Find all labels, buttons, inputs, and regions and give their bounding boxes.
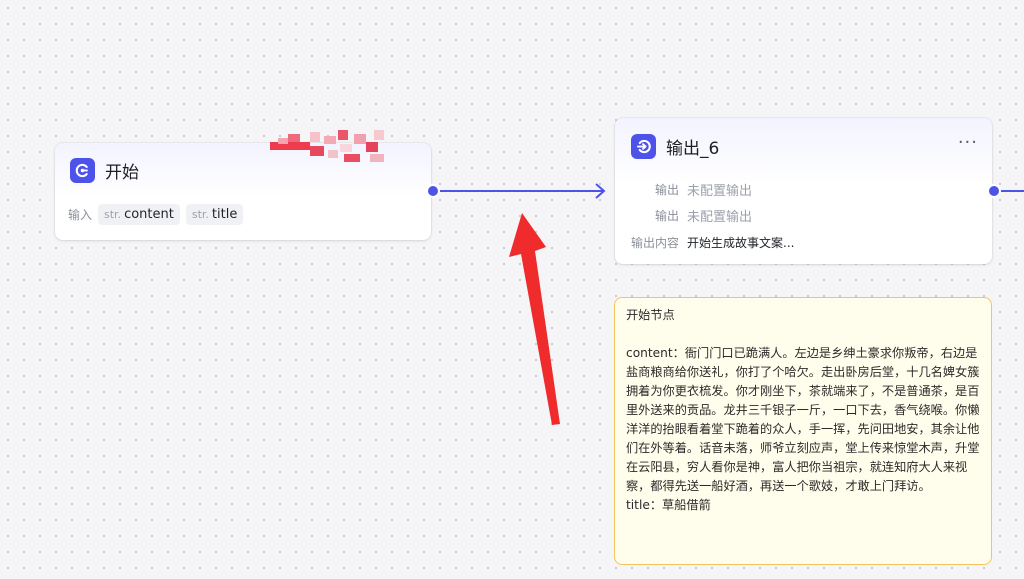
- variable-name: title: [211, 207, 238, 222]
- input-label: 输入: [68, 208, 93, 222]
- output-row-value: 未配置输出: [687, 210, 753, 225]
- output-node-header: 输出_6: [631, 134, 719, 159]
- variable-type: str.: [191, 208, 209, 221]
- output-row: 输出内容 开始生成故事文案...: [615, 234, 794, 251]
- output-row-value: 未配置输出: [687, 184, 753, 199]
- start-node-header: 开始: [70, 158, 139, 183]
- output-row: 输出 未配置输出: [615, 206, 752, 225]
- red-annotation-arrow: [509, 213, 560, 425]
- output-row-key: 输出内容: [630, 236, 679, 250]
- output-node-title: 输出_6: [666, 139, 720, 159]
- output-row-value: 开始生成故事文案...: [687, 236, 795, 250]
- pixelated-redaction: [270, 130, 384, 162]
- output-row-key: 输出: [654, 209, 679, 223]
- preview-content-text: content：衙门门口已跪满人。左边是乡绅土豪求你叛帝，右边是盐商粮商给你送礼…: [626, 346, 980, 493]
- output-node[interactable]: 输出_6 ··· 输出 未配置输出 输出 未配置输出 输出内容 开始生成故事文案…: [615, 118, 992, 264]
- variable-type: str.: [104, 208, 122, 221]
- input-variable-tag: str. content: [98, 204, 180, 225]
- output-row: 输出 未配置输出: [615, 180, 752, 199]
- start-node-title: 开始: [105, 163, 139, 183]
- variable-name: content: [124, 207, 174, 222]
- preview-heading: 开始节点: [626, 308, 675, 322]
- start-node-inputs: 输入 str. content str. title: [68, 204, 244, 225]
- input-variable-tag: str. title: [185, 204, 244, 225]
- start-icon: [70, 158, 95, 183]
- output-row-key: 输出: [654, 183, 679, 197]
- node-preview-panel: 开始节点 content：衙门门口已跪满人。左边是乡绅土豪求你叛帝，右边是盐商粮…: [614, 297, 992, 565]
- output-icon: [631, 134, 656, 159]
- more-options-icon[interactable]: ···: [958, 132, 978, 153]
- output-node-output-port[interactable]: [987, 184, 1001, 198]
- preview-title-text: title：草船借箭: [626, 498, 711, 512]
- start-output-port[interactable]: [426, 184, 440, 198]
